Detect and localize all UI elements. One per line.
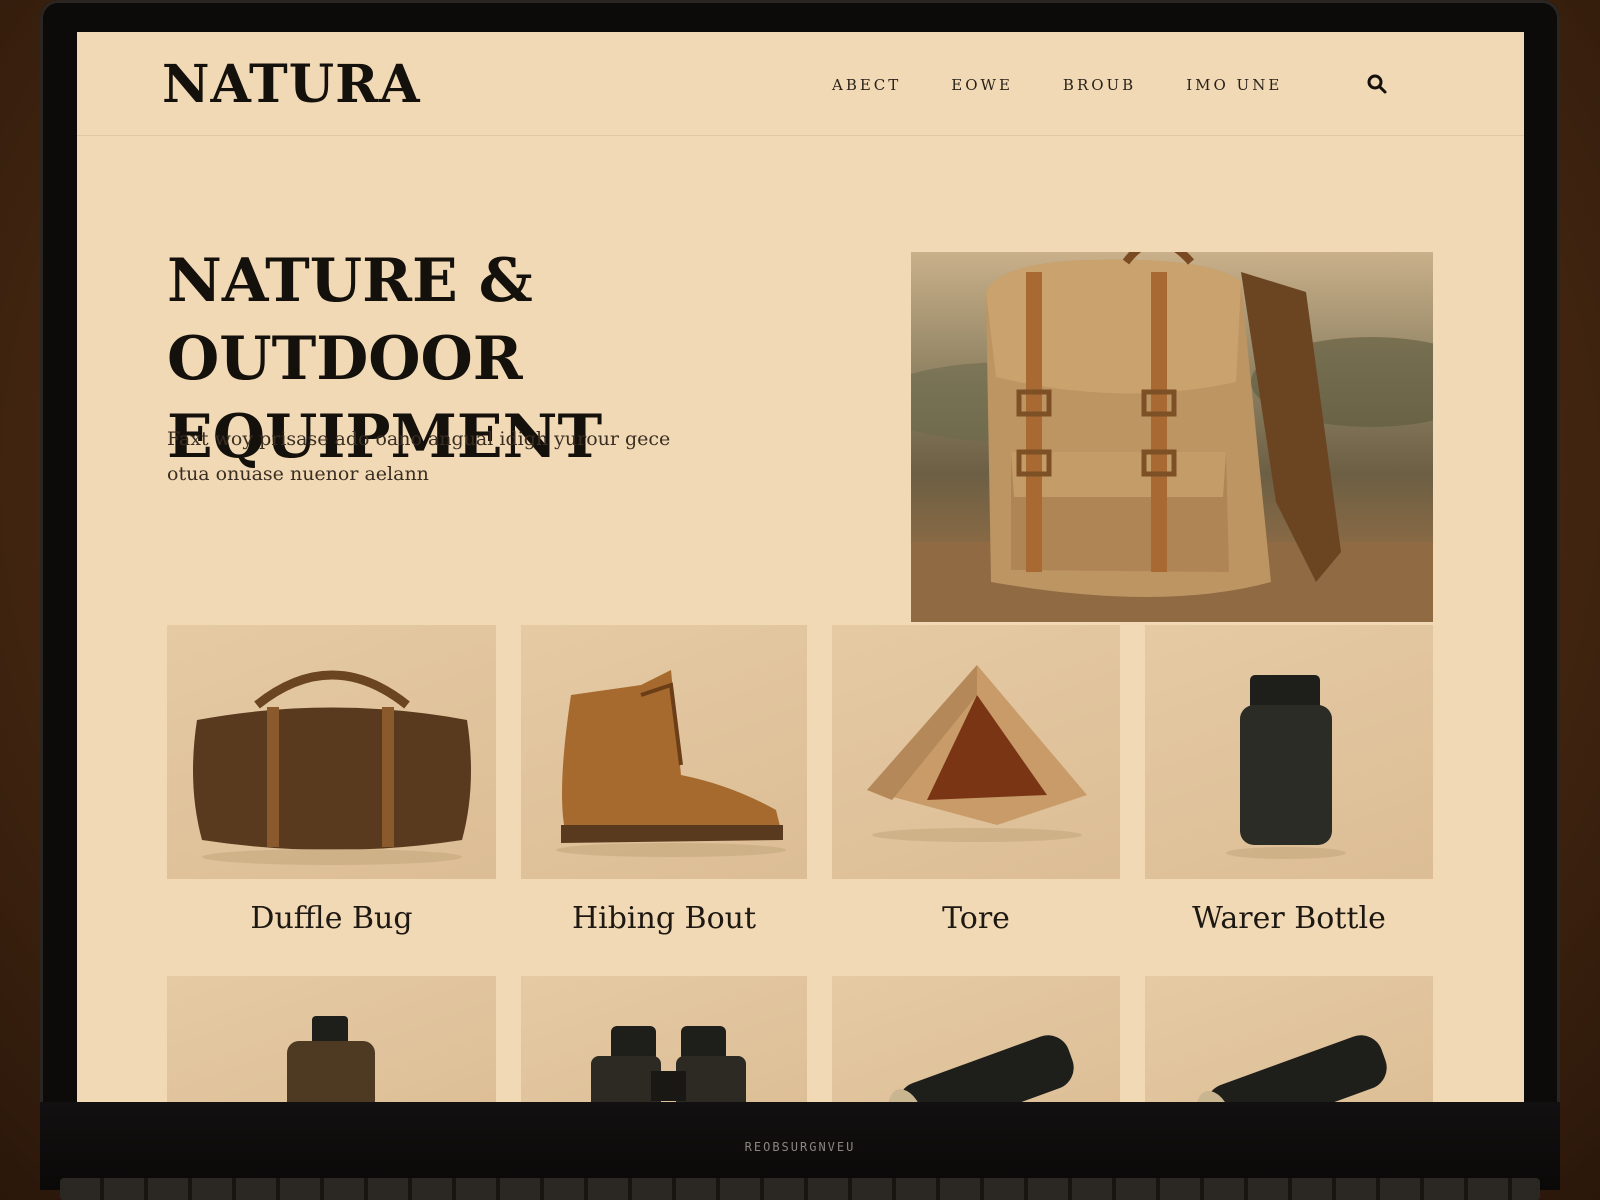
product-label[interactable]: Tore bbox=[832, 901, 1120, 936]
laptop-brand-label: REOBSURGNVEU bbox=[744, 1140, 856, 1154]
product-label[interactable]: Duffle Bug bbox=[167, 901, 496, 936]
tent-image bbox=[832, 625, 1120, 879]
backpack-image[interactable] bbox=[911, 252, 1433, 622]
search-button[interactable] bbox=[1365, 72, 1389, 96]
browser-screen: NATURA ABECT EOWE BROUB IMO UNE NATURE &… bbox=[77, 32, 1524, 1102]
product-card-flashlight-1[interactable] bbox=[832, 976, 1120, 1102]
product-card-bottle[interactable] bbox=[167, 976, 496, 1102]
duffle-bag-image bbox=[167, 625, 496, 879]
product-card-hiking-boot[interactable]: Hibing Bout bbox=[521, 625, 807, 936]
bottle-image bbox=[167, 976, 496, 1102]
nav-item-3[interactable]: BROUB bbox=[1063, 76, 1136, 94]
nav-item-4[interactable]: IMO UNE bbox=[1186, 76, 1282, 94]
search-icon bbox=[1367, 74, 1387, 94]
product-card-binoculars[interactable] bbox=[521, 976, 807, 1102]
site-logo[interactable]: NATURA bbox=[162, 54, 421, 115]
flashlight-image bbox=[1145, 976, 1433, 1102]
site-header: NATURA ABECT EOWE BROUB IMO UNE bbox=[77, 32, 1524, 136]
product-card-water-bottle[interactable]: Warer Bottle bbox=[1145, 625, 1433, 936]
product-label[interactable]: Hibing Bout bbox=[521, 901, 807, 936]
laptop-keyboard bbox=[60, 1178, 1540, 1200]
nav-item-1[interactable]: ABECT bbox=[832, 76, 901, 94]
main-nav: ABECT EOWE BROUB IMO UNE bbox=[832, 76, 1332, 94]
product-label[interactable]: Warer Bottle bbox=[1145, 901, 1433, 936]
product-card-duffle-bag[interactable]: Duffle Bug bbox=[167, 625, 496, 936]
hero-description: Faxt woy prisase ado oano angual idigh y… bbox=[167, 428, 671, 485]
product-card-tent[interactable]: Tore bbox=[832, 625, 1120, 936]
product-card-flashlight-2[interactable] bbox=[1145, 976, 1433, 1102]
nav-item-2[interactable]: EOWE bbox=[951, 76, 1013, 94]
backpack-illustration bbox=[911, 252, 1433, 622]
binoculars-image bbox=[521, 976, 807, 1102]
flashlight-image bbox=[832, 976, 1120, 1102]
hiking-boot-image bbox=[521, 625, 807, 879]
water-bottle-image bbox=[1145, 625, 1433, 879]
